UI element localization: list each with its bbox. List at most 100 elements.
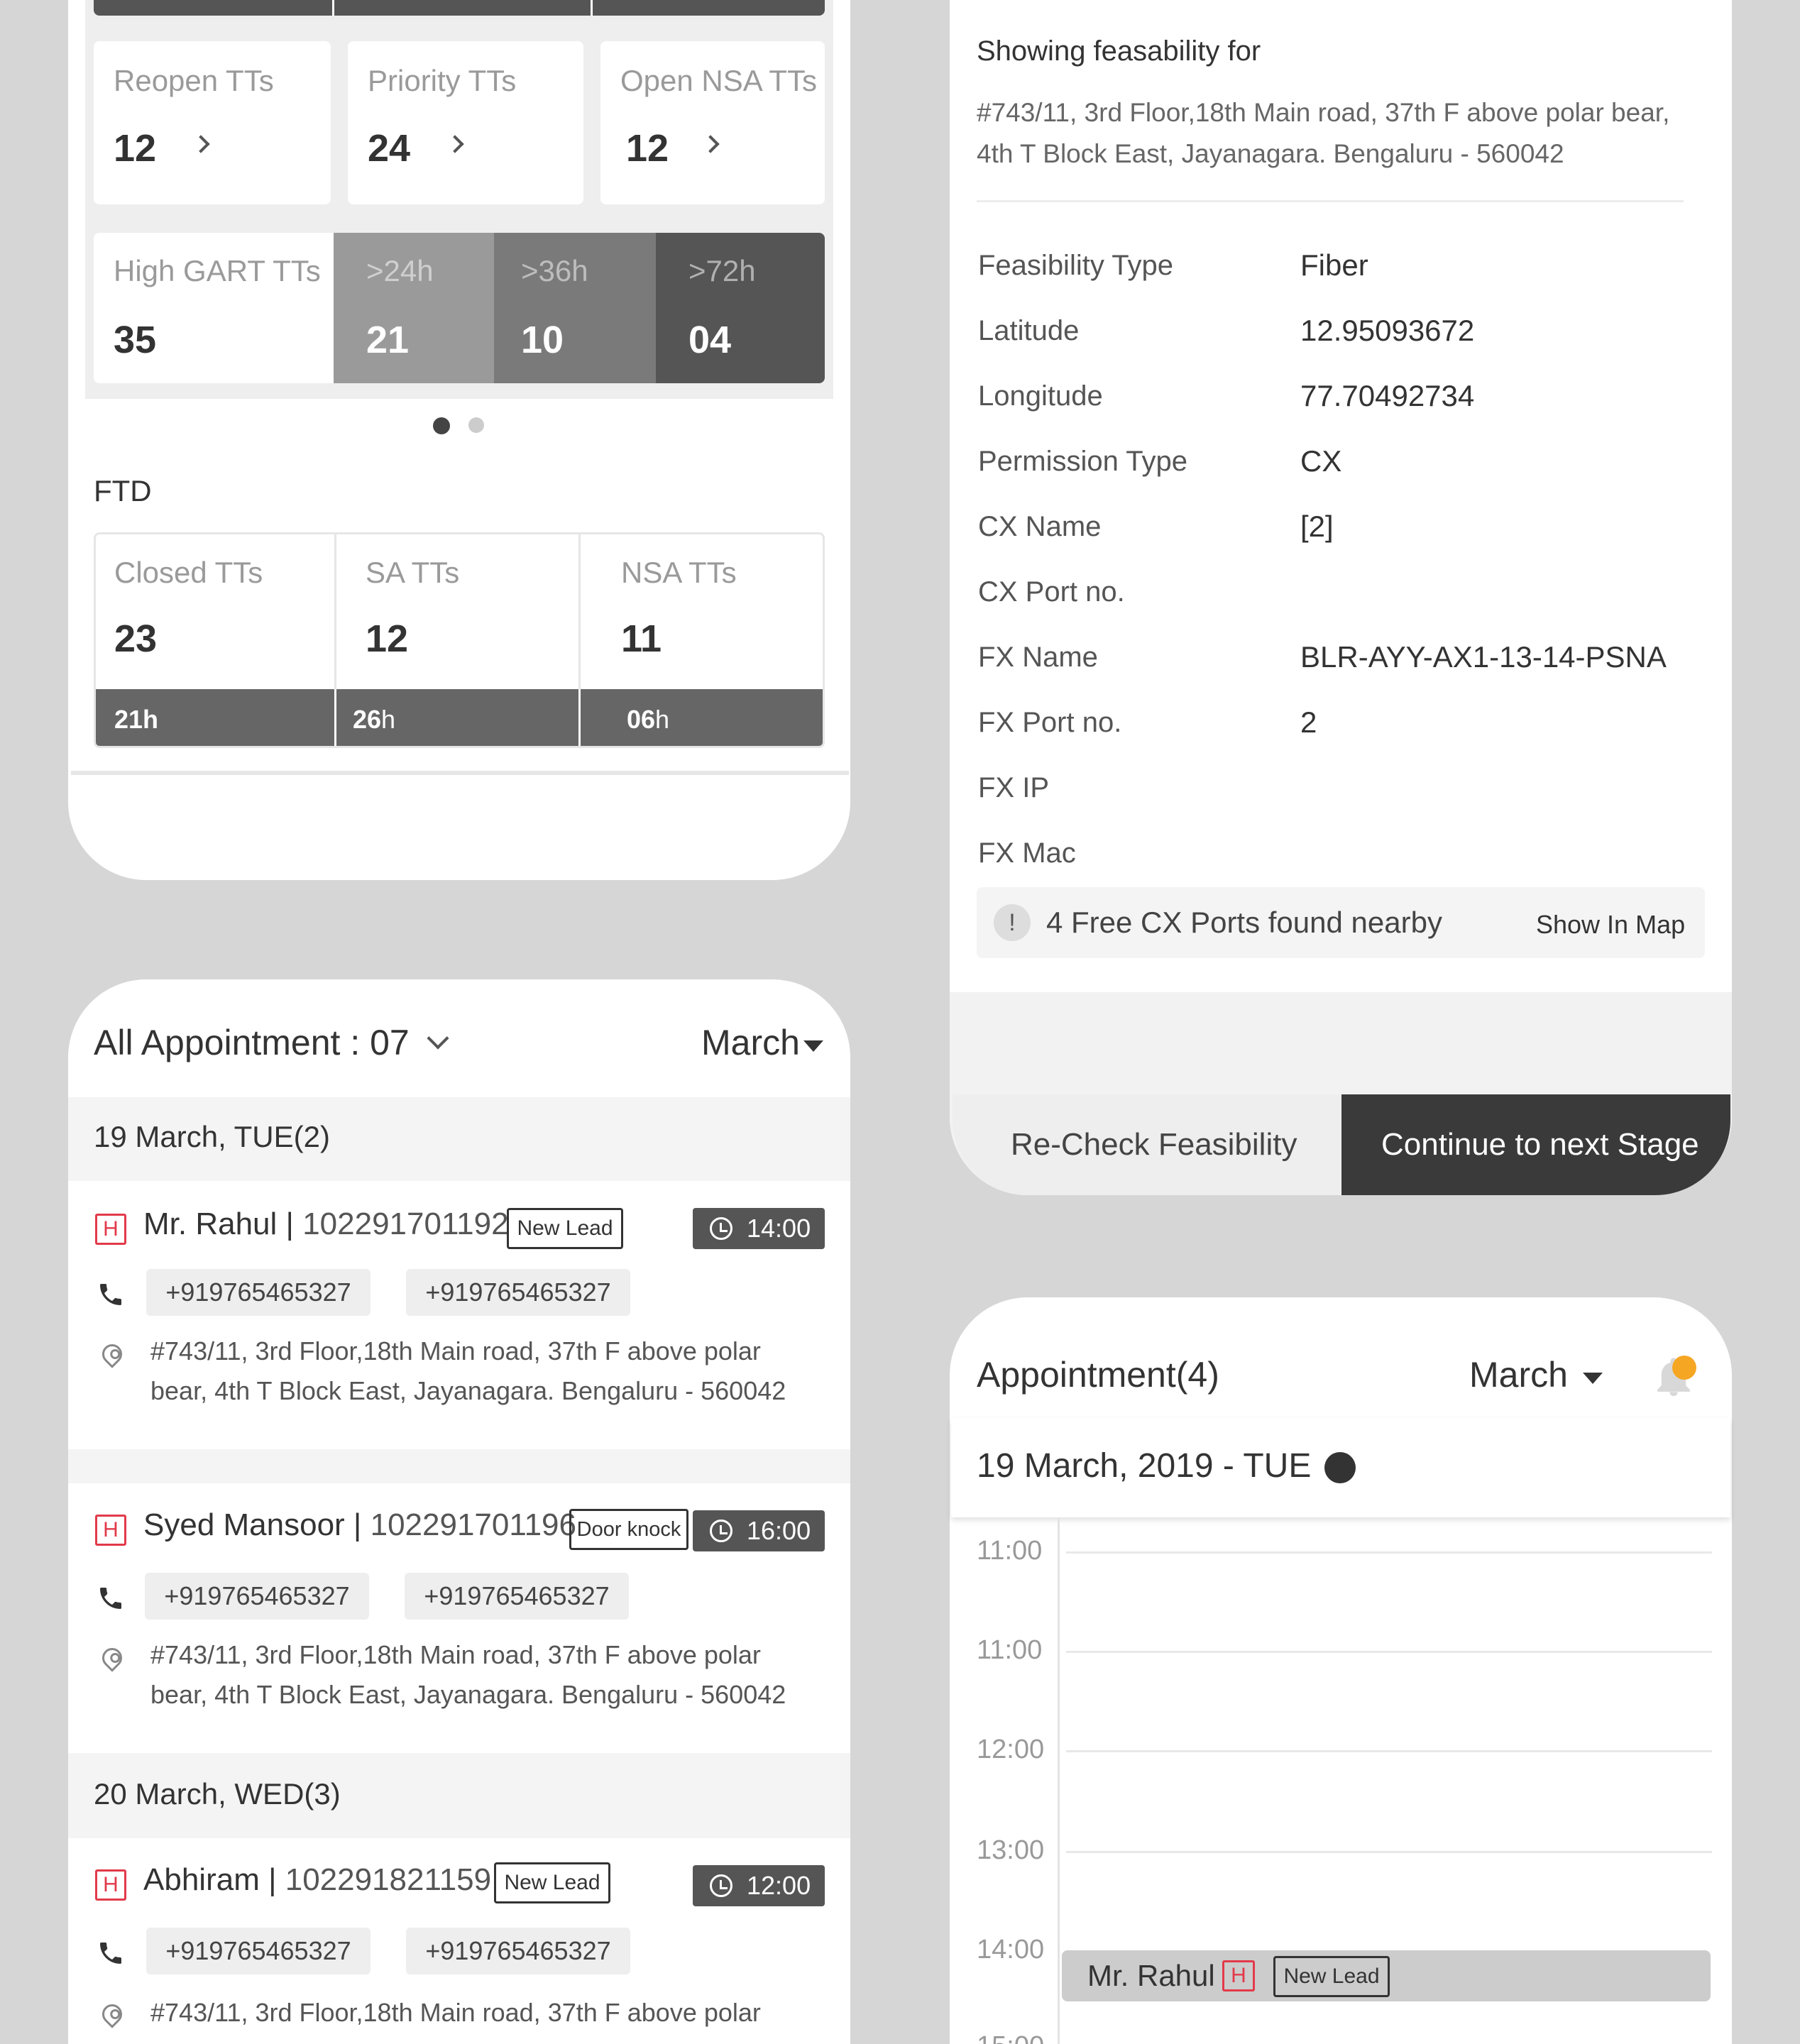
customer-name: Syed Mansoor: [143, 1507, 345, 1542]
address: #743/11, 3rd Floor,18th Main road, 37th …: [150, 1640, 786, 1709]
bucket-label: >36h: [521, 254, 588, 287]
tile-count: 11: [621, 617, 662, 660]
hour-line: [1066, 1851, 1712, 1853]
continue-next-stage-button[interactable]: Continue to next Stage: [1341, 1094, 1730, 1195]
customer-id: 102291701192: [302, 1207, 509, 1241]
appointment-item[interactable]: H Syed Mansoor | 102291701196 Door knock…: [68, 1483, 850, 1752]
phone-chip[interactable]: +919765465327: [146, 1928, 371, 1974]
chevron-right-icon: [446, 135, 464, 153]
appointment-name-line: Abhiram | 102291821159: [143, 1862, 492, 1897]
row-label: Longitude: [978, 380, 1103, 412]
clock-icon: [710, 1520, 732, 1542]
high-gart-tile[interactable]: High GART TTs 35 >24h 21 >36h 10 >72h 04: [94, 233, 825, 383]
timeline-vertical-line: [1058, 1519, 1060, 2044]
notice-text: 4 Free CX Ports found nearby: [1046, 906, 1442, 939]
hours-closed: 21h: [114, 705, 159, 734]
month-dropdown[interactable]: March: [1459, 1351, 1615, 1401]
time-label: 12:00: [747, 1871, 811, 1900]
time-badge: 16:00: [693, 1510, 825, 1551]
hour-label: 11:00: [977, 1536, 1043, 1566]
time-badge: 12:00: [693, 1865, 825, 1906]
gart-bucket-72h[interactable]: >72h 04: [656, 233, 825, 383]
phone-icon[interactable]: [97, 1939, 125, 1967]
hour-line: [1066, 1750, 1712, 1752]
appointments-list-card: All Appointment : 07 March 19 March, TUE…: [68, 979, 850, 2044]
phone-chip[interactable]: +919765465327: [146, 1269, 371, 1316]
date-group-header: 20 March, WED(3): [68, 1753, 850, 1838]
carousel-dot[interactable]: [468, 417, 484, 433]
row-label: Feasibility Type: [978, 250, 1173, 281]
location-pin-icon: [98, 2000, 126, 2028]
row-label: Latitude: [978, 315, 1080, 346]
month-dropdown[interactable]: March: [690, 1021, 832, 1070]
appointment-item[interactable]: H Mr. Rahul | 102291701192 New Lead 14:0…: [68, 1181, 850, 1449]
row-label: FX Name: [978, 642, 1098, 673]
tile-label: NSA TTs: [621, 556, 737, 589]
hour-label: 12:00: [977, 1735, 1045, 1764]
gart-bucket-36h[interactable]: >36h 10: [494, 233, 656, 383]
open-nsa-tts-tile[interactable]: Open NSA TTs 12: [600, 41, 825, 204]
hour-label: 15:00: [977, 2031, 1044, 2044]
row-value: BLR-AYY-AX1-13-14-PSNA: [1300, 640, 1667, 674]
date-group-label: 20 March, WED(3): [94, 1777, 341, 1811]
tile-label: Closed TTs: [114, 556, 263, 589]
bucket-label: >24h: [366, 254, 434, 287]
row-value: 2: [1300, 705, 1317, 739]
date-group-header: 19 March, TUE(2): [68, 1097, 850, 1181]
bucket-label: >72h: [688, 254, 756, 287]
hour-line: [1066, 1551, 1712, 1554]
row-value: CX: [1300, 444, 1342, 478]
time-badge: 14:00: [693, 1208, 825, 1249]
lead-tag: New Lead: [494, 1862, 610, 1903]
row-value: 12.95093672: [1300, 314, 1475, 347]
phone-chip[interactable]: +919765465327: [406, 1928, 630, 1974]
calendar-card: [950, 1297, 1732, 2044]
appointments-header-title[interactable]: All Appointment : 07: [94, 1022, 410, 1063]
appointment-item[interactable]: H Abhiram | 102291821159 New Lead 12:00 …: [68, 1838, 850, 2044]
appointment-name-line: Syed Mansoor | 102291701196: [143, 1507, 576, 1542]
ftd-panel: Closed TTs 23 SA TTs 12 NSA TTs 11 21h 2…: [94, 532, 825, 748]
tile-label: Priority TTs: [368, 64, 517, 97]
location-pin-icon: [98, 1644, 126, 1672]
chevron-down-icon[interactable]: [427, 1027, 449, 1050]
phone-chip[interactable]: +919765465327: [406, 1269, 630, 1316]
phone-icon[interactable]: [97, 1280, 125, 1309]
address: #743/11, 3rd Floor,18th Main road, 37th …: [150, 1998, 761, 2027]
calendar-event[interactable]: Mr. Rahul H New Lead: [1062, 1950, 1711, 2001]
tile-label: Reopen TTs: [114, 64, 274, 97]
caret-down-icon: [1583, 1373, 1603, 1384]
row-value: [2]: [1300, 510, 1334, 543]
row-label: Permission Type: [978, 446, 1187, 477]
row-label: CX Name: [978, 511, 1102, 542]
phone-chip[interactable]: +919765465327: [145, 1573, 369, 1620]
info-icon: !: [994, 904, 1031, 941]
ftd-title: FTD: [94, 474, 152, 507]
clock-icon: [710, 1217, 732, 1240]
show-in-map-link[interactable]: Show In Map: [1536, 910, 1685, 940]
phone-chip[interactable]: +919765465327: [405, 1573, 629, 1620]
phone-icon[interactable]: [97, 1584, 125, 1612]
priority-tts-tile[interactable]: Priority TTs 24: [348, 41, 583, 204]
gart-bucket-24h[interactable]: >24h 21: [334, 233, 494, 383]
appointment-name-line: Mr. Rahul | 102291701192: [143, 1207, 509, 1241]
reopen-tts-tile[interactable]: Reopen TTs 12: [94, 41, 331, 204]
home-badge: H: [95, 1869, 126, 1901]
row-value: 77.70492734: [1300, 379, 1475, 412]
notification-dot: [1672, 1356, 1696, 1380]
home-badge: H: [95, 1515, 126, 1546]
feasibility-address: #743/11, 3rd Floor,18th Main road, 37th …: [977, 98, 1670, 168]
tile-count: 12: [366, 617, 409, 660]
tile-count: 12: [114, 127, 157, 170]
row-label: FX Port no.: [978, 707, 1122, 738]
customer-id: 102291701196: [370, 1507, 576, 1542]
carousel-dot-active[interactable]: [433, 417, 450, 434]
recheck-feasibility-button[interactable]: Re-Check Feasibility: [953, 1094, 1341, 1195]
hours-sa: 26h: [353, 705, 396, 734]
bucket-count: 10: [521, 319, 564, 361]
free-ports-notice: ! 4 Free CX Ports found nearby Show In M…: [977, 887, 1705, 958]
calendar-title: Appointment(4): [977, 1355, 1219, 1395]
home-badge: H: [1222, 1960, 1255, 1991]
month-label: March: [1469, 1355, 1568, 1395]
hour-label: 13:00: [977, 1835, 1045, 1865]
row-label: FX Mac: [978, 837, 1076, 869]
